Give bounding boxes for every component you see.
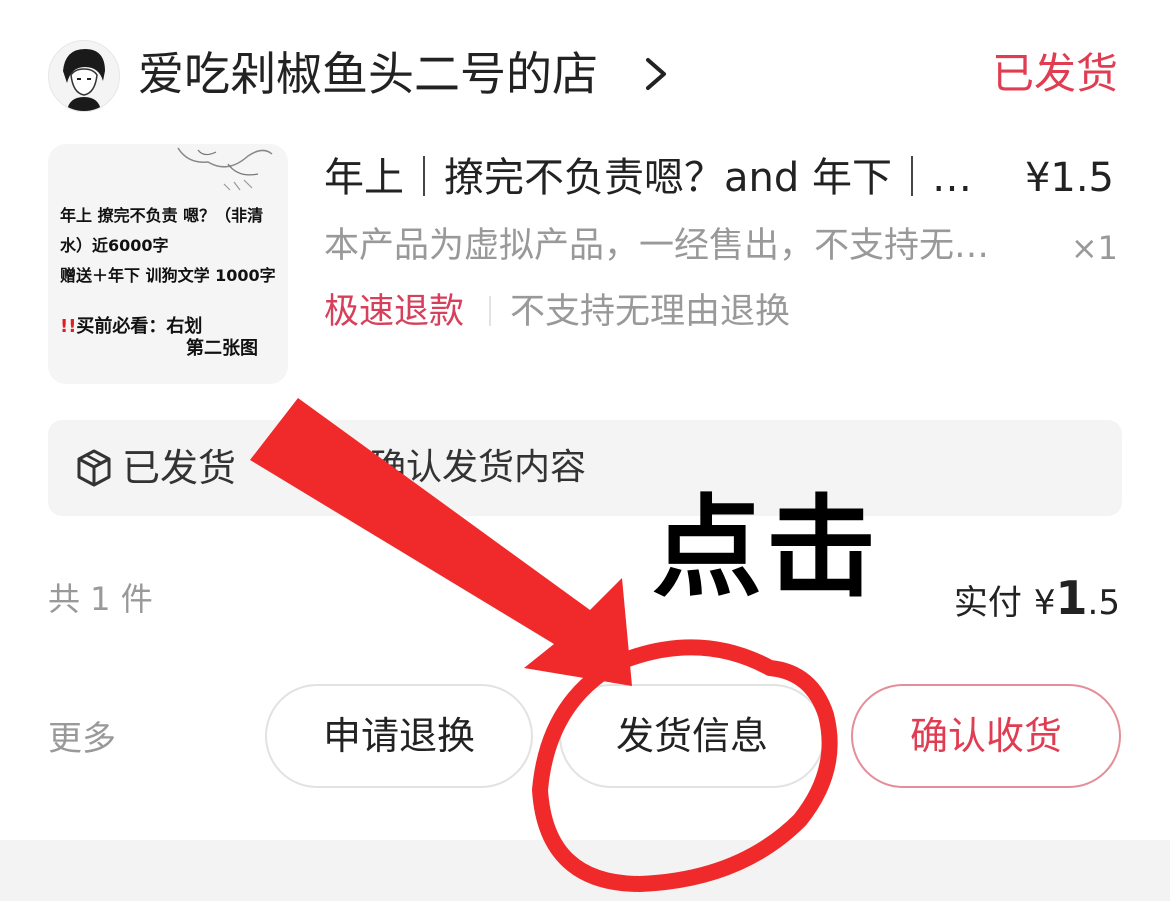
product-thumbnail[interactable]: 年上 撩完不负责 嗯？（非清 水）近6000字 赠送＋年下 训狗文学 1000字… — [48, 144, 288, 384]
shipment-confirm-text: 确认发货内容 — [370, 447, 587, 488]
shop-name[interactable]: 爱吃剁椒鱼头二号的店 — [138, 44, 598, 104]
product-price: ¥1.5 — [1024, 155, 1114, 201]
thumbnail-text-line: 第二张图 — [186, 338, 258, 359]
bottom-divider — [0, 840, 1170, 901]
amount-decimal: .5 — [1087, 583, 1120, 623]
thumbnail-text-line: !!买前必看：右划 — [60, 312, 202, 338]
chevron-right-icon[interactable] — [636, 52, 676, 96]
request-return-button[interactable]: 申请退换 — [265, 684, 533, 788]
avatar-portrait-icon — [49, 41, 119, 111]
annotation-click-label: 点击 — [652, 484, 880, 612]
product-title[interactable]: 年上｜撩完不负责嗯？and 年下｜… — [324, 150, 972, 206]
warning-mark: !! — [60, 316, 77, 337]
sketch-art-icon — [177, 147, 273, 191]
thumbnail-text-line: 水）近6000字 — [60, 236, 169, 255]
shop-avatar[interactable] — [48, 40, 120, 112]
paid-amount: 实付 ¥1.5 — [954, 570, 1120, 637]
shipment-status: 已发货 — [122, 446, 237, 490]
no-return-tag: 不支持无理由退换 — [510, 292, 791, 332]
shipping-info-button[interactable]: 发货信息 — [559, 684, 825, 788]
item-count: 共 1 件 — [48, 580, 153, 618]
thumbnail-text-span: 买前必看：右划 — [76, 316, 203, 337]
product-quantity: ×1 — [1070, 229, 1118, 267]
confirm-receipt-button[interactable]: 确认收货 — [851, 684, 1121, 788]
tag-divider — [489, 296, 491, 326]
package-box-icon — [77, 449, 111, 487]
thumbnail-text-line: 赠送＋年下 训狗文学 1000字 — [60, 266, 276, 285]
thumbnail-text-line: 年上 撩完不负责 嗯？（非清 — [60, 206, 264, 225]
fast-refund-tag: 极速退款 — [324, 292, 465, 332]
currency-symbol: ¥ — [1033, 583, 1056, 623]
order-status: 已发货 — [991, 49, 1118, 98]
product-description: 本产品为虚拟产品，一经售出，不支持无… — [324, 226, 990, 266]
more-button[interactable]: 更多 — [48, 714, 116, 764]
amount-integer: 1 — [1055, 571, 1088, 625]
paid-label: 实付 — [953, 583, 1022, 623]
